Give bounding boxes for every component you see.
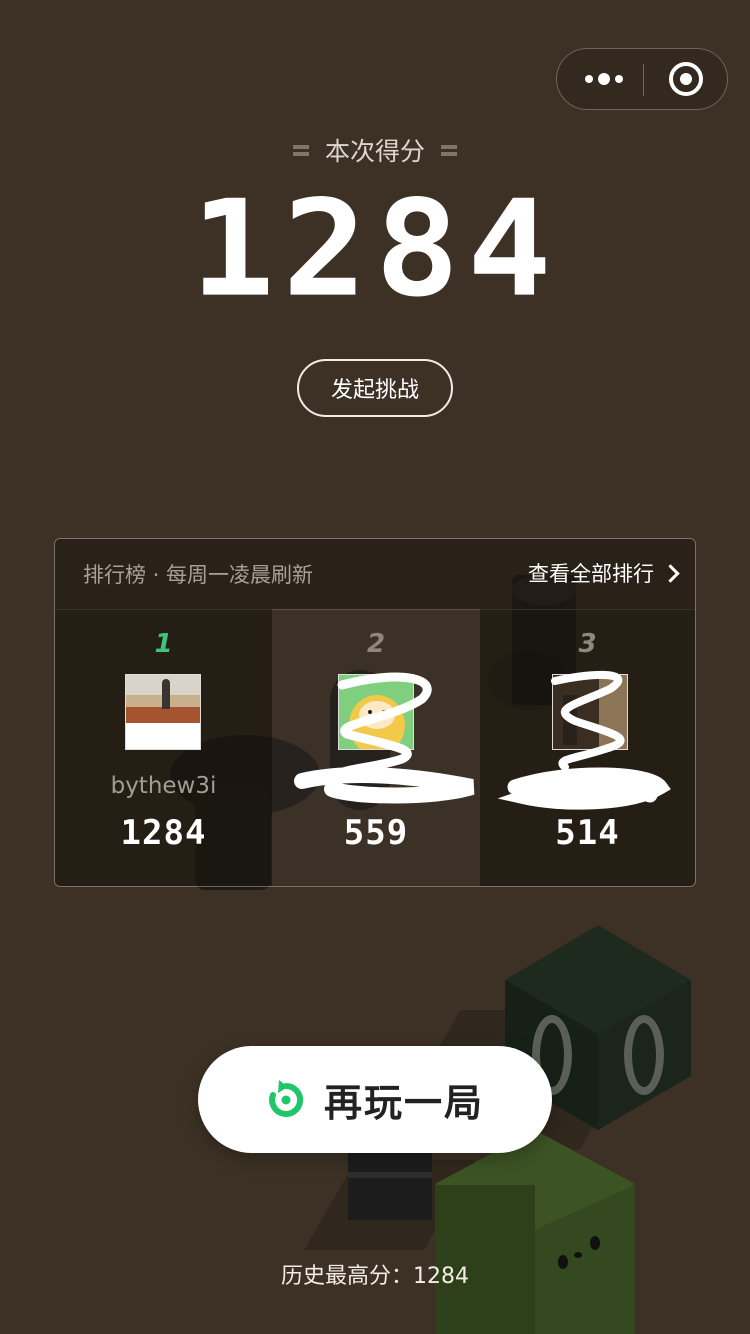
replay-icon — [269, 1079, 304, 1117]
score-caption: 本次得分 — [0, 132, 750, 168]
capsule-menu — [556, 48, 728, 110]
leaderboard-header: 排行榜 · 每周一凌晨刷新 查看全部排行 — [55, 539, 695, 610]
leaderboard: 排行榜 · 每周一凌晨刷新 查看全部排行 1 bythew3i 1284 2 5… — [54, 538, 696, 887]
redaction-scribble — [294, 672, 475, 804]
equals-decoration-icon — [441, 143, 457, 157]
equals-decoration-icon — [292, 143, 309, 157]
chevron-right-icon — [661, 564, 680, 583]
play-again-label: 再玩一局 — [323, 1081, 484, 1125]
view-all-ranking-link[interactable]: 查看全部排行 — [528, 558, 680, 588]
leaderboard-entry[interactable]: 1 bythew3i 1284 — [55, 609, 272, 886]
leaderboard-entry[interactable]: 3 514 — [480, 609, 695, 886]
black-block — [348, 1150, 432, 1220]
cube-eye — [590, 1236, 600, 1250]
leaderboard-entry[interactable]: 2 559 — [272, 609, 480, 886]
score-caption-label: 本次得分 — [324, 137, 425, 166]
current-score: 1284 — [190, 172, 560, 327]
cube-ring — [624, 1015, 664, 1095]
capsule-divider — [643, 64, 644, 96]
player-name: bythew3i — [110, 773, 217, 799]
leaderboard-title: 排行榜 · 每周一凌晨刷新 — [83, 563, 314, 587]
player-score: 1284 — [120, 813, 207, 853]
avatar — [125, 674, 201, 750]
challenge-button[interactable]: 发起挑战 — [297, 359, 453, 417]
redaction-scribble — [497, 670, 671, 810]
target-circle-icon[interactable] — [669, 62, 703, 96]
best-score: 历史最高分：1284 — [281, 1264, 469, 1289]
rank-number: 1 — [154, 629, 173, 659]
more-dots-icon[interactable] — [579, 49, 629, 109]
play-again-button[interactable]: 再玩一局 — [198, 1046, 552, 1153]
view-all-label: 查看全部排行 — [528, 562, 654, 586]
